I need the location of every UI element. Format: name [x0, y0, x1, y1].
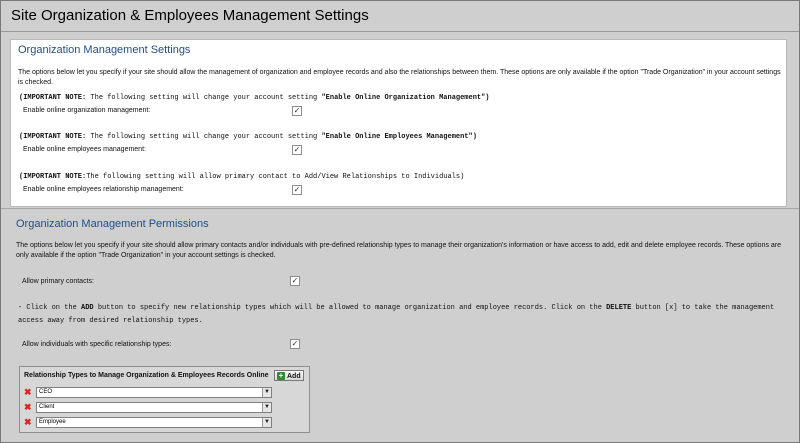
checkmark-icon: ✓: [293, 145, 301, 154]
page-title: Site Organization & Employees Management…: [11, 7, 369, 24]
note-text: The following setting will change your a…: [86, 94, 322, 102]
chevron-down-icon: ▼: [262, 418, 271, 427]
add-relationship-button[interactable]: + Add: [274, 370, 304, 381]
allow-primary-contacts-checkbox[interactable]: ✓: [290, 276, 300, 286]
settings-section-title: Organization Management Settings: [18, 44, 191, 56]
relationship-type-select[interactable]: CEO ▼: [36, 387, 272, 398]
select-value: Employee: [39, 419, 66, 425]
relationship-type-select[interactable]: Client ▼: [36, 402, 272, 413]
important-note-1: (IMPORTANT NOTE: The following setting w…: [19, 94, 490, 102]
title-divider: [1, 31, 799, 32]
delete-x-icon[interactable]: ✖: [24, 417, 33, 427]
allow-individuals-checkbox[interactable]: ✓: [290, 339, 300, 349]
instruction-text: - Click on the: [18, 304, 82, 312]
instruction-delete-word: DELETE: [606, 304, 632, 312]
note-text: The following setting will allow primary…: [86, 173, 465, 181]
important-note-2: (IMPORTANT NOTE: The following setting w…: [19, 133, 477, 141]
note-text: The following setting will change your a…: [86, 133, 322, 141]
allow-individuals-label: Allow individuals with specific relation…: [22, 341, 172, 348]
delete-x-icon[interactable]: ✖: [24, 387, 33, 397]
settings-description: The options below let you specify if you…: [18, 69, 781, 86]
relationship-type-select[interactable]: Employee ▼: [36, 417, 272, 428]
relationship-instructions-line2: access away from desired relationship ty…: [18, 317, 203, 325]
checkmark-icon: ✓: [293, 106, 301, 115]
relationship-instructions: - Click on the ADD button to specify new…: [18, 304, 774, 312]
allow-primary-contacts-label: Allow primary contacts:: [22, 278, 94, 285]
checkmark-icon: ✓: [291, 339, 299, 348]
checkmark-icon: ✓: [293, 185, 301, 194]
enable-employees-management-checkbox[interactable]: ✓: [292, 145, 302, 155]
note-prefix: (IMPORTANT NOTE:: [19, 94, 87, 102]
enable-relationship-management-checkbox[interactable]: ✓: [292, 185, 302, 195]
plus-icon: +: [277, 371, 285, 380]
note-setting: "Enable Online Organization Management"): [321, 94, 490, 102]
settings-window: Site Organization & Employees Management…: [0, 0, 800, 443]
enable-employees-management-label: Enable online employees management:: [23, 146, 146, 153]
important-note-3: (IMPORTANT NOTE:The following setting wi…: [19, 173, 464, 181]
section-divider: [1, 208, 799, 209]
instruction-add-word: ADD: [81, 304, 94, 312]
note-setting: "Enable Online Employees Management"): [321, 133, 477, 141]
add-button-label: Add: [287, 373, 301, 380]
permissions-section-title: Organization Management Permissions: [16, 218, 209, 230]
delete-x-icon[interactable]: ✖: [24, 402, 33, 412]
relationship-types-header: Relationship Types to Manage Organizatio…: [24, 372, 269, 379]
permissions-description: The options below let you specify if you…: [16, 242, 782, 259]
instruction-text: button [x] to take the management: [631, 304, 775, 312]
instruction-text: button to specify new relationship types…: [93, 304, 607, 312]
enable-org-management-label: Enable online organization management:: [23, 107, 151, 114]
enable-relationship-management-label: Enable online employees relationship man…: [23, 186, 184, 193]
chevron-down-icon: ▼: [262, 388, 271, 397]
organization-settings-panel: Organization Management Settings The opt…: [10, 39, 787, 207]
note-prefix: (IMPORTANT NOTE:: [19, 173, 87, 181]
note-prefix: (IMPORTANT NOTE:: [19, 133, 87, 141]
chevron-down-icon: ▼: [262, 403, 271, 412]
select-value: Client: [39, 404, 55, 410]
checkmark-icon: ✓: [291, 276, 299, 285]
select-value: CEO: [39, 389, 53, 395]
relationship-types-box: Relationship Types to Manage Organizatio…: [19, 366, 310, 433]
enable-org-management-checkbox[interactable]: ✓: [292, 106, 302, 116]
